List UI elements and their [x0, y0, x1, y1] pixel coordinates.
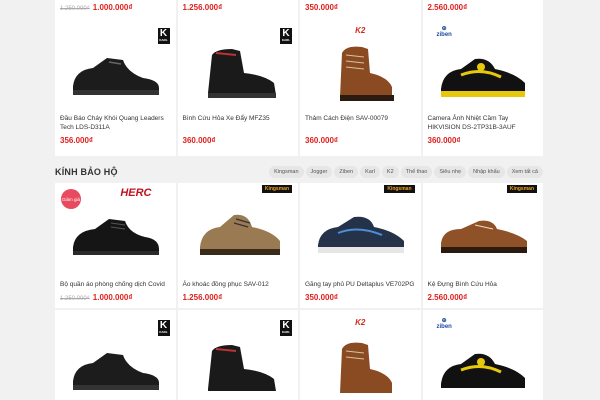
ziben-logo-icon: ⊕ ziben [436, 26, 452, 38]
filter-chip-sport[interactable]: Thể thao [400, 165, 433, 178]
price: 1.256.000₫ [182, 293, 223, 302]
product-name[interactable]: Bình Cứu Hỏa Xe Đẩy MFZ35 [183, 114, 295, 123]
product-card[interactable]: K2 Thảm Cách Điện SAV-00079 360.000₫ [300, 18, 421, 156]
kingsman-logo-icon: Kingsman [261, 185, 292, 193]
filter-chip-ziben[interactable]: Ziben [334, 165, 359, 178]
brand-filter-chips: Kingsman Jogger Ziben Karl K2 Thể thao S… [269, 165, 543, 178]
karl-logo-icon: K KARL [157, 320, 170, 336]
view-all-link[interactable]: Xem tất cả [506, 165, 543, 178]
filter-chip-karl[interactable]: Karl [360, 165, 380, 178]
filter-chip-ultralight[interactable]: Siêu nhẹ [434, 165, 467, 178]
price-line: 2.560.000₫ [428, 3, 468, 12]
price: 356.000₫ [60, 136, 94, 145]
price: 1.000.000₫ [92, 293, 133, 302]
product-page: 1.250.000₫ 1.000.000₫ 1.256.000₫ 350.000₫… [0, 0, 600, 400]
product-name[interactable]: Áo khoác đồng phục SAV-012 [183, 280, 295, 289]
ziben-logo-icon: ⊕ ziben [436, 318, 452, 330]
price: 360.000₫ [182, 136, 216, 145]
brown-high-boot-icon[interactable] [300, 334, 421, 400]
kingsman-logo-icon: Kingsman [384, 185, 415, 193]
price: 2.560.000₫ [427, 3, 468, 12]
herc-logo-icon: HERC [120, 187, 152, 199]
tan-hiking-shoe-icon[interactable] [178, 201, 299, 267]
black-work-boot-icon[interactable] [178, 334, 299, 400]
k2-logo-icon: K2 [355, 318, 366, 327]
price: 360.000₫ [305, 136, 339, 145]
product-name[interactable]: Găng tay phủ PU Deltaplus VE702PG [305, 280, 417, 289]
price: 360.000₫ [427, 136, 461, 145]
black-leather-shoe-icon[interactable] [55, 203, 176, 265]
black-yellow-sport-shoe-icon[interactable] [423, 44, 544, 106]
kingsman-logo-icon: Kingsman [506, 185, 537, 193]
filter-chip-jogger[interactable]: Jogger [305, 165, 333, 178]
filter-chip-imported[interactable]: Nhập khẩu [468, 165, 505, 178]
product-card[interactable]: K KARL Bình Cứu Hỏa Xe Đẩy MFZ35 360.000₫ [177, 18, 299, 156]
product-grid-row1: K KARL Đầu Báo Cháy Khói Quang Leaders Te… [55, 18, 543, 156]
product-card[interactable]: K KARL [55, 310, 176, 400]
navy-sport-shoe-icon[interactable] [300, 201, 421, 267]
price: 2.560.000₫ [427, 293, 468, 302]
product-card[interactable]: ⊕ ziben [422, 310, 544, 400]
product-name[interactable]: Đầu Báo Cháy Khói Quang Leaders Tech LDS… [60, 114, 172, 132]
k2-logo-icon: K2 [355, 26, 366, 35]
section-header: KÍNH BẢO HỘ Kingsman Jogger Ziben Karl K… [55, 160, 543, 183]
product-name[interactable]: Bộ quần áo phòng chống dịch Covid [60, 280, 172, 289]
product-card[interactable]: K KARL [177, 310, 299, 400]
product-grid-row2: Giảm giá HERC Bộ quần áo phòng chống dịc… [55, 183, 543, 308]
product-card[interactable]: Kingsman Găng tay phủ PU Deltaplus VE702… [300, 183, 421, 308]
price-line: 1.256.000₫ [183, 3, 223, 12]
old-price: 1.250.000₫ [60, 296, 90, 302]
product-card[interactable]: Giảm giá HERC Bộ quần áo phòng chống dịc… [55, 183, 176, 308]
black-work-shoe-icon[interactable] [55, 44, 176, 106]
product-name[interactable]: Camera Ảnh Nhiệt Cầm Tay HIKVISION DS-2T… [428, 114, 540, 132]
product-card[interactable]: Kingsman Áo khoác đồng phục SAV-012 1.25… [177, 183, 299, 308]
old-price: 1.250.000₫ [60, 6, 90, 12]
price: 1.000.000₫ [92, 3, 133, 12]
price: 350.000₫ [305, 3, 339, 12]
product-card[interactable]: K KARL Đầu Báo Cháy Khói Quang Leaders Te… [55, 18, 176, 156]
price: 350.000₫ [305, 293, 339, 302]
black-work-shoe-icon[interactable] [55, 340, 176, 400]
price-line: 350.000₫ [305, 3, 338, 12]
product-card[interactable]: ⊕ ziben Camera Ảnh Nhiệt Cầm Tay HIKVISIO… [422, 18, 544, 156]
price-line: 1.250.000₫ 1.000.000₫ [60, 3, 132, 12]
product-card[interactable]: Kingsman Kệ Đựng Bình Cứu Hỏa 2.560.000₫ [422, 183, 544, 308]
section-title: KÍNH BẢO HỘ [55, 166, 118, 177]
filter-chip-k2[interactable]: K2 [381, 165, 399, 178]
product-grid-row3: K KARL K KARL K2 ⊕ ziben [55, 310, 543, 400]
product-name[interactable]: Thảm Cách Điện SAV-00079 [305, 114, 417, 123]
product-card[interactable]: K2 [300, 310, 421, 400]
brown-high-boot-icon[interactable] [300, 40, 421, 106]
brown-casual-shoe-icon[interactable] [423, 201, 544, 267]
product-name[interactable]: Kệ Đựng Bình Cứu Hỏa [428, 280, 540, 289]
karl-logo-icon: K KARL [157, 28, 170, 44]
price: 1.256.000₫ [182, 3, 223, 12]
price-line: 1.250.000₫ 1.000.000₫ [60, 293, 132, 302]
black-work-boot-icon[interactable] [178, 40, 299, 106]
black-yellow-sport-shoe-icon[interactable] [423, 338, 544, 400]
filter-chip-kingsman[interactable]: Kingsman [269, 165, 304, 178]
